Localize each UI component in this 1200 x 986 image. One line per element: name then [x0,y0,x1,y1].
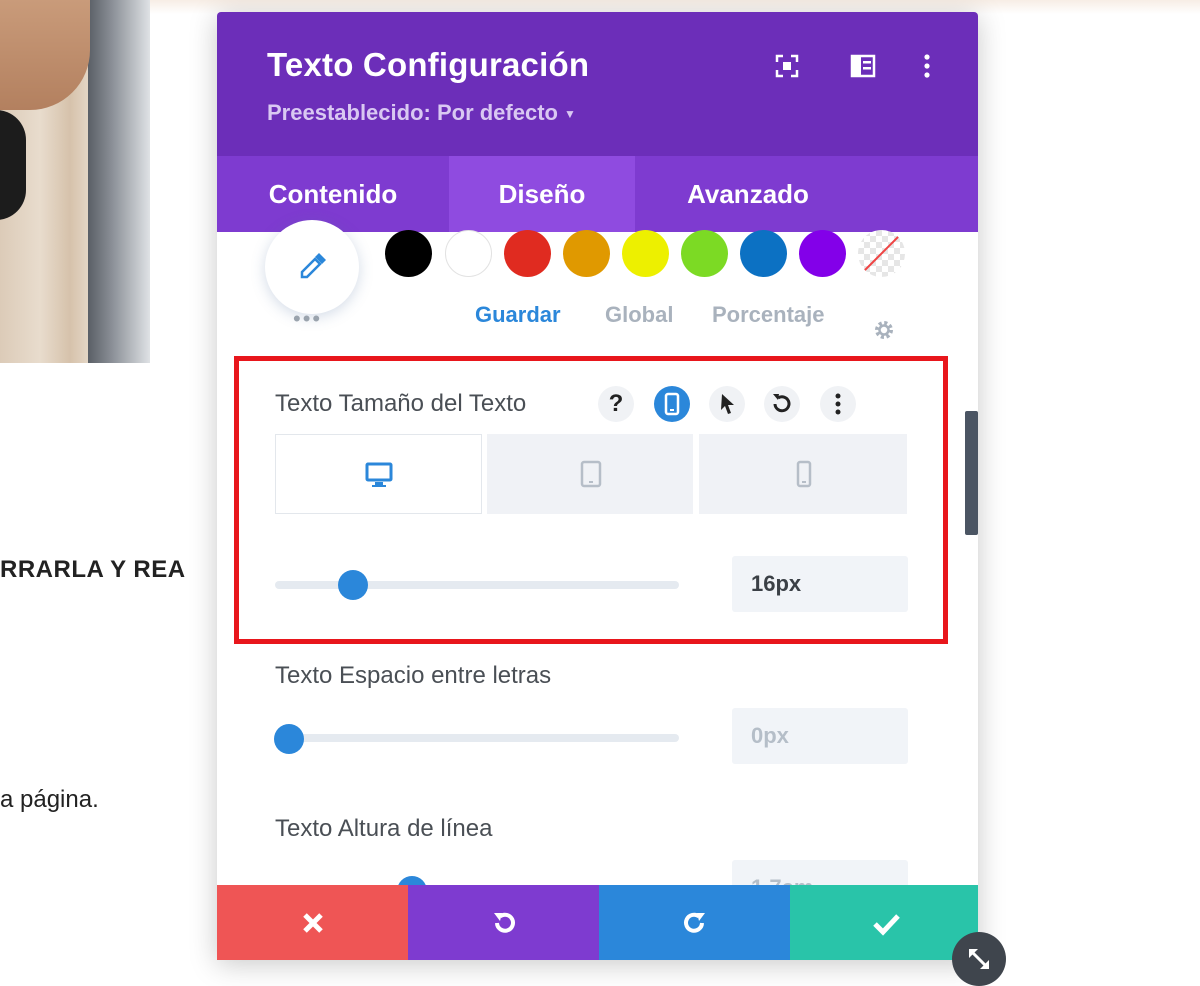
caret-down-icon: ▼ [563,107,576,122]
help-icon[interactable]: ? [598,386,634,422]
modal-header: Texto Configuración Preestablecido: Por … [217,12,978,156]
more-vertical-icon[interactable] [913,52,941,80]
device-tab-phone[interactable] [699,434,907,514]
more-vertical-icon[interactable] [820,386,856,422]
redo-button[interactable] [599,885,790,960]
reset-icon[interactable] [764,386,800,422]
hover-cursor-icon[interactable] [709,386,745,422]
letter-spacing-input[interactable]: 0px [732,708,908,764]
resize-arrows-icon [968,948,990,970]
device-tabs [275,434,907,514]
swatch-red[interactable] [504,230,551,277]
tab-contenido[interactable]: Contenido [217,156,449,232]
modal-title: Texto Configuración [267,46,590,83]
swatch-green[interactable] [681,230,728,277]
close-icon [303,913,323,933]
swatch-orange[interactable] [563,230,610,277]
undo-button[interactable] [408,885,599,960]
more-dots-icon[interactable]: ••• [293,306,322,332]
save-button[interactable] [790,885,978,960]
swatch-black[interactable] [385,230,432,277]
tablet-icon [580,460,602,488]
device-tab-tablet[interactable] [487,434,693,514]
subtab-global[interactable]: Global [605,302,673,328]
color-swatch-row [217,220,978,314]
swatch-purple[interactable] [799,230,846,277]
swatch-white[interactable] [445,230,492,277]
device-tab-desktop[interactable] [275,434,482,514]
color-picker-button[interactable] [265,220,359,314]
scrollbar[interactable] [965,411,978,535]
preset-label: Preestablecido: Por defecto [267,100,558,125]
preset-selector[interactable]: Preestablecido: Por defecto ▼ [267,100,576,126]
swatch-blue[interactable] [740,230,787,277]
photo-shirt [88,0,150,363]
eyedropper-icon [300,253,326,279]
letter-spacing-slider-thumb[interactable] [274,724,304,754]
subtab-porcentaje[interactable]: Porcentaje [712,302,825,328]
desktop-icon [365,462,393,487]
photo-cup [0,110,26,220]
line-height-label: Texto Altura de línea [275,815,493,842]
subtab-guardar[interactable]: Guardar [475,302,561,328]
undo-icon [494,912,515,933]
redo-icon [684,912,705,933]
cancel-button[interactable] [217,885,408,960]
background-paragraph: a página. [0,786,99,813]
text-size-label: Texto Tamaño del Texto [275,390,527,417]
letter-spacing-slider-track[interactable] [275,734,679,742]
modal-footer [217,885,978,960]
background-heading: RRARLA Y REA [0,556,186,583]
split-layout-icon[interactable] [849,52,877,80]
swatch-transparent[interactable] [858,230,905,277]
tab-diseno[interactable]: Diseño [449,156,635,232]
tab-avanzado[interactable]: Avanzado [635,156,861,232]
check-icon [873,914,900,936]
gear-icon[interactable] [872,318,896,342]
swatch-yellow[interactable] [622,230,669,277]
letter-spacing-label: Texto Espacio entre letras [275,662,552,689]
background-photo [0,0,150,363]
modal-tabs: Contenido Diseño Avanzado [217,156,978,232]
resize-handle[interactable] [952,932,1006,986]
phone-icon [796,460,812,488]
photo-arm [0,0,90,110]
responsive-phone-icon[interactable] [654,386,690,422]
text-size-input[interactable]: 16px [732,556,908,612]
fullscreen-icon[interactable] [773,52,801,80]
text-size-slider-track[interactable] [275,581,679,589]
text-size-slider-thumb[interactable] [337,570,368,600]
